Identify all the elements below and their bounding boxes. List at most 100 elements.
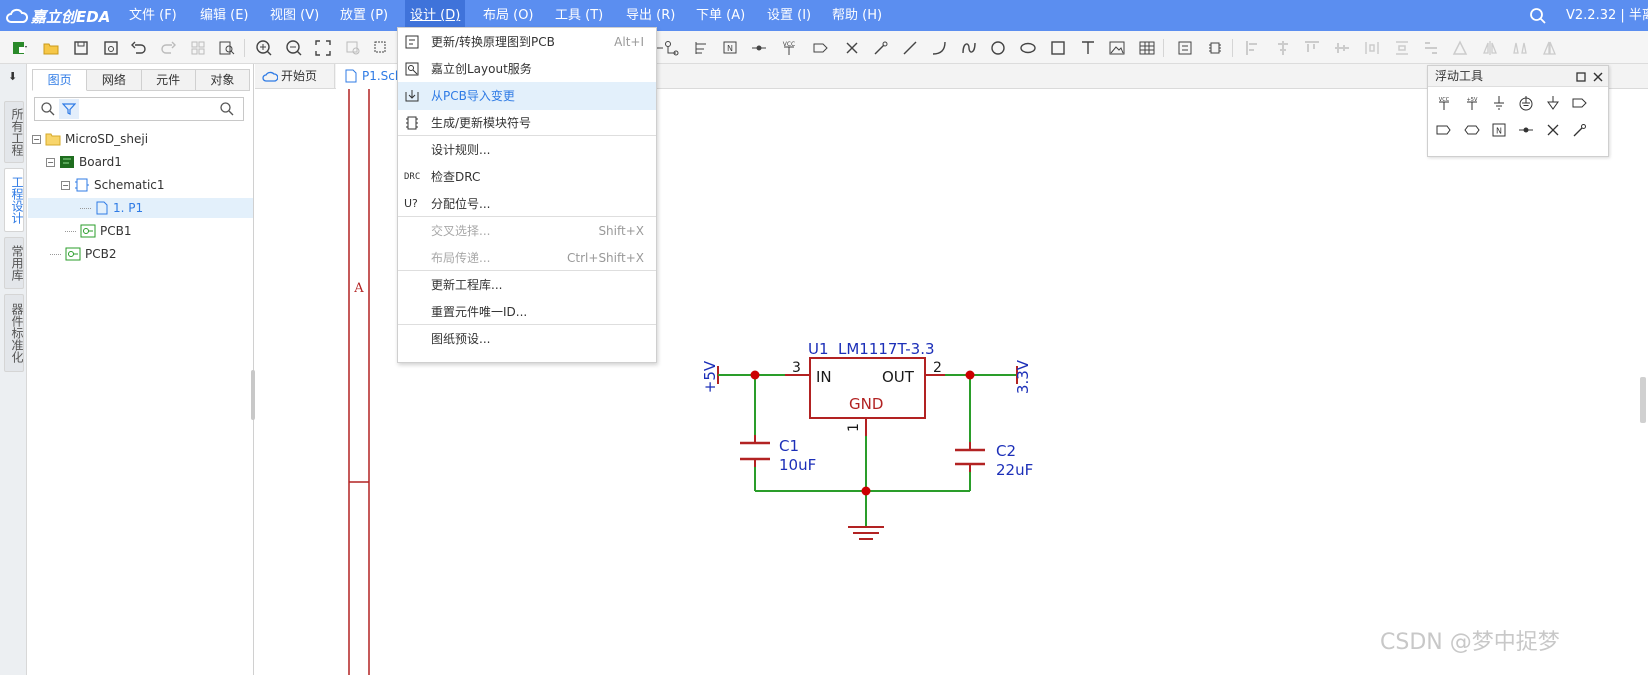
tree-item-schematic[interactable]: − Schematic1 [61,175,165,195]
netport-oval-icon[interactable] [1461,120,1483,140]
vtab-device-standardize[interactable]: 器件标准化 [4,294,24,372]
vcc-power-icon[interactable]: VCC [1433,93,1455,113]
menu-item-layout-service[interactable]: 嘉立创Layout服务 [398,55,656,83]
ground-icon[interactable] [1488,93,1510,113]
zoom-out-icon[interactable] [283,38,305,58]
pin-panel-icon[interactable]: ⬇ [8,70,20,84]
c1-capacitor[interactable]: C1 10uF [740,435,816,474]
vtab-common-library[interactable]: 常用库 [4,237,24,289]
distribute-v-icon[interactable] [1391,38,1413,58]
power-flag-3v3[interactable]: 3.3V [1014,359,1032,394]
netport-right-icon[interactable] [1569,93,1591,113]
netlabel-icon[interactable] [808,38,834,58]
close-icon[interactable] [1593,72,1603,82]
schematic-to-pcb-icon[interactable] [1174,38,1196,58]
bezier-icon[interactable] [958,38,980,58]
menu-file[interactable]: 文件 (F) [124,0,182,31]
align-top-icon[interactable] [1301,38,1323,58]
ellipse-icon[interactable] [1017,38,1039,58]
flip-v-icon[interactable] [1509,38,1531,58]
wire-icon[interactable] [870,38,892,58]
zoom-in-icon[interactable] [253,38,275,58]
net-flag-icon[interactable] [661,38,683,58]
vtab-all-projects[interactable]: 所有工程 [4,101,24,163]
u1-ldo-component[interactable]: U1 LM1117T-3.3 IN OUT GND 3 2 1 [785,340,945,436]
align-grid-icon[interactable] [1420,38,1442,58]
menu-item-check-drc[interactable]: DRC 检查DRC [398,163,656,191]
menu-place[interactable]: 放置 (P) [335,0,393,31]
filter-button[interactable] [59,99,79,119]
menu-item-import-from-pcb[interactable]: 从PCB导入变更 [398,82,656,110]
vtab-project-design[interactable]: 工程设计 [4,168,24,232]
plus5v-power-icon[interactable]: +5V [1461,93,1483,113]
wire-icon[interactable] [1569,120,1591,140]
search-icon[interactable] [1529,7,1547,25]
menu-item-module-symbol[interactable]: 生成/更新模块符号 [398,109,656,137]
collapse-icon[interactable]: − [32,134,41,144]
new-project-icon[interactable] [6,38,34,58]
floating-tools-title[interactable]: 浮动工具 [1428,66,1608,87]
menu-settings[interactable]: 设置 (I) [762,0,816,31]
zoom-selection-icon[interactable] [370,38,392,58]
menu-item-assign-designator[interactable]: U? 分配位号... [398,190,656,218]
rotate-icon[interactable] [1449,38,1471,58]
menu-order[interactable]: 下单 (A) [691,0,750,31]
tab-nets[interactable]: 网络 [87,69,142,91]
menu-item-update-to-pcb[interactable]: 更新/转换原理图到PCB Alt+I [398,28,656,56]
grid-select-icon[interactable] [187,38,209,58]
no-connect-icon[interactable] [1542,120,1564,140]
protective-ground-icon[interactable] [1515,93,1537,113]
junction-icon[interactable] [1515,120,1537,140]
app-logo[interactable]: 嘉立创EDA [6,5,110,27]
net-flag-n-icon[interactable]: N [1488,120,1510,140]
save-icon[interactable] [70,38,92,58]
power-flag-5v[interactable]: +5V [701,360,755,393]
menu-help[interactable]: 帮助 (H) [827,0,887,31]
netport-icon[interactable]: N [719,38,741,58]
menu-view[interactable]: 视图 (V) [265,0,324,31]
netport-bi-icon[interactable] [1433,120,1455,140]
bus-entry-icon[interactable] [690,38,712,58]
fit-view-icon[interactable] [312,38,334,58]
signal-ground-icon[interactable] [1542,93,1564,113]
tab-components[interactable]: 元件 [141,69,196,91]
junction-icon[interactable] [748,38,770,58]
align-left-icon[interactable] [1242,38,1264,58]
table-icon[interactable] [1136,38,1158,58]
search-submit-icon[interactable] [219,101,235,117]
no-connect-icon[interactable] [841,38,863,58]
panel-search-input[interactable] [83,100,211,118]
canvas-right-handle[interactable] [1640,377,1646,423]
collapse-icon[interactable]: − [46,157,55,167]
distribute-h-icon[interactable] [1361,38,1383,58]
menu-item-layout-transfer[interactable]: 布局传递... Ctrl+Shift+X [398,244,656,272]
tree-item-pcb1[interactable]: PCB1 [65,221,131,241]
tree-item-board[interactable]: − Board1 [46,152,122,172]
circle-icon[interactable] [987,38,1009,58]
menu-item-sheet-preset[interactable]: 图纸预设... [398,325,656,353]
arc-icon[interactable] [928,38,950,58]
find-icon[interactable] [216,38,238,58]
undo-icon[interactable] [128,38,150,58]
align-center-icon[interactable] [1272,38,1294,58]
line-icon[interactable] [899,38,921,58]
zoom-area-icon[interactable] [342,38,364,58]
tree-item-pcb2[interactable]: PCB2 [50,244,116,264]
menu-item-design-rules[interactable]: 设计规则... [398,136,656,164]
redo-icon[interactable] [157,38,179,58]
c2-capacitor[interactable]: C2 22uF [955,442,1033,479]
flip-h-icon[interactable] [1479,38,1501,58]
doc-tab-start-page[interactable]: 开始页 [255,64,335,89]
rectangle-icon[interactable] [1047,38,1069,58]
power-icon[interactable]: VCC [776,38,802,58]
tab-objects[interactable]: 对象 [195,69,250,91]
open-folder-icon[interactable] [40,38,62,58]
chip-icon[interactable] [1204,38,1226,58]
mirror-icon[interactable] [1538,38,1560,58]
text-icon[interactable] [1077,38,1099,58]
image-icon[interactable] [1106,38,1128,58]
menu-edit[interactable]: 编辑 (E) [195,0,254,31]
tree-item-page[interactable]: 1. P1 [28,198,253,218]
restore-icon[interactable] [1576,72,1586,82]
tab-pages[interactable]: 图页 [32,69,88,91]
